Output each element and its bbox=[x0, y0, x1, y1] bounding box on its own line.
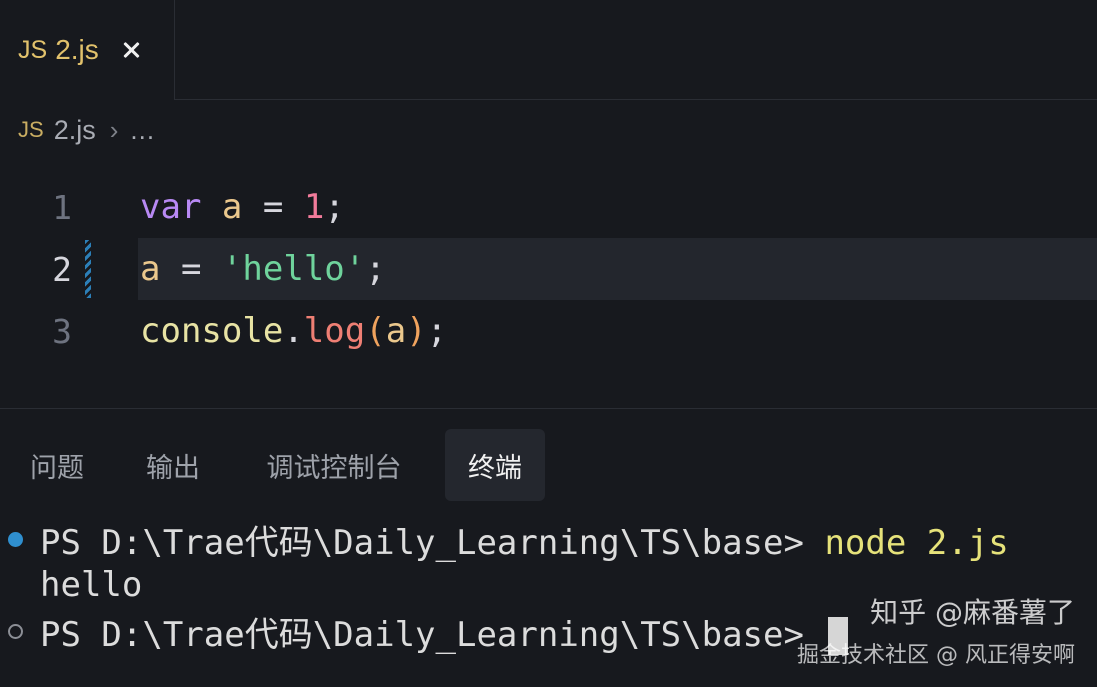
tab-bar: JS 2.js bbox=[0, 0, 1097, 101]
code-text: a = 'hello'; bbox=[140, 249, 386, 289]
terminal-command: node 2.js bbox=[824, 522, 1009, 563]
panel-tabs: 问题 输出 调试控制台 终端 bbox=[0, 429, 1097, 501]
close-icon[interactable] bbox=[121, 40, 141, 60]
number-token: 1 bbox=[303, 187, 325, 227]
tab-problems[interactable]: 问题 bbox=[14, 429, 100, 501]
command-success-dot-icon[interactable] bbox=[8, 531, 23, 547]
semicolon-token: ; bbox=[426, 311, 448, 351]
chevron-right-icon: › bbox=[109, 114, 119, 145]
terminal-prompt: PS D:\Trae代码\Daily_Learning\TS\base> bbox=[40, 614, 825, 655]
code-line-1[interactable]: 1 var a = 1; bbox=[0, 176, 1097, 238]
tab-terminal[interactable]: 终端 bbox=[445, 429, 545, 501]
bottom-panel: 问题 输出 调试控制台 终端 PS D:\Trae代码\Daily_Learni… bbox=[0, 408, 1097, 687]
watermark-zhihu: 知乎 @麻番薯了 bbox=[870, 596, 1075, 629]
modified-line-gutter-marker bbox=[85, 240, 91, 298]
code-text: console.log(a); bbox=[140, 311, 447, 351]
function-token: log bbox=[303, 311, 366, 351]
line-number: 1 bbox=[52, 187, 72, 227]
operator-token: = bbox=[180, 249, 202, 289]
code-editor[interactable]: 1 var a = 1; 2 a = 'hello'; 3 console.lo… bbox=[0, 175, 1097, 370]
breadcrumb-more[interactable]: ... bbox=[130, 115, 155, 146]
tab-label: 2.js bbox=[55, 34, 99, 65]
variable-token: a bbox=[221, 187, 243, 227]
semicolon-token: ; bbox=[365, 249, 386, 289]
tab-output[interactable]: 输出 bbox=[130, 429, 216, 501]
tab-2-js[interactable]: JS 2.js bbox=[0, 0, 175, 101]
breadcrumb: JS 2.js › ... bbox=[18, 108, 155, 152]
javascript-file-icon: JS bbox=[18, 35, 48, 64]
terminal-line: PS D:\Trae代码\Daily_Learning\TS\base> nod… bbox=[0, 515, 1097, 564]
code-line-2[interactable]: 2 a = 'hello'; bbox=[0, 238, 1097, 300]
dot-token: . bbox=[283, 311, 304, 351]
paren-token: ( bbox=[365, 311, 386, 351]
terminal-text: PS D:\Trae代码\Daily_Learning\TS\base> bbox=[40, 607, 849, 656]
watermark-juejin: 掘金技术社区 @ 风正得安啊 bbox=[797, 643, 1075, 668]
line-number: 2 bbox=[52, 249, 72, 289]
tab-bottom-cover bbox=[0, 99, 174, 101]
line-number: 3 bbox=[52, 311, 72, 351]
keyword-token: var bbox=[140, 187, 202, 227]
semicolon-token: ; bbox=[324, 187, 345, 227]
operator-token: = bbox=[262, 187, 284, 227]
watermark: 知乎 @麻番薯了 掘金技术社区 @ 风正得安啊 bbox=[797, 591, 1075, 669]
code-text: var a = 1; bbox=[140, 187, 345, 227]
object-token: console bbox=[140, 311, 284, 351]
terminal-output: hello bbox=[40, 565, 143, 605]
breadcrumb-file[interactable]: 2.js bbox=[54, 115, 96, 146]
tab-debug-console[interactable]: 调试控制台 bbox=[246, 429, 422, 501]
string-token: 'hello' bbox=[221, 249, 366, 289]
variable-token: a bbox=[140, 249, 161, 289]
editor-window: JS 2.js JS 2.js › ... 1 var a = 1; 2 a =… bbox=[0, 0, 1097, 687]
code-line-3[interactable]: 3 console.log(a); bbox=[0, 300, 1097, 362]
paren-token: ) bbox=[406, 311, 427, 351]
javascript-file-icon: JS bbox=[18, 117, 44, 142]
terminal-prompt: PS D:\Trae代码\Daily_Learning\TS\base> bbox=[40, 522, 825, 563]
argument-token: a bbox=[385, 311, 407, 351]
command-idle-dot-icon[interactable] bbox=[8, 623, 23, 639]
terminal-text: PS D:\Trae代码\Daily_Learning\TS\base> nod… bbox=[40, 515, 1009, 564]
